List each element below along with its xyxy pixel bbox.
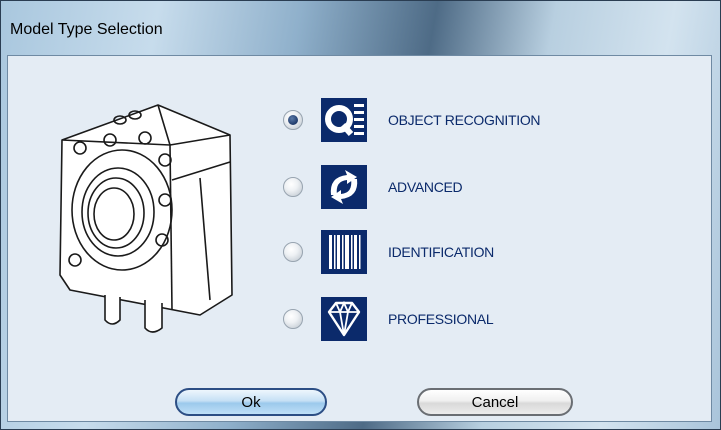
radio-advanced[interactable] — [283, 177, 303, 197]
barcode-icon — [321, 230, 367, 274]
camera-illustration — [59, 104, 233, 333]
option-label: OBJECT RECOGNITION — [388, 112, 541, 128]
radio-professional[interactable] — [283, 309, 303, 329]
ok-button[interactable]: Ok — [175, 388, 327, 416]
option-label: ADVANCED — [388, 179, 463, 195]
advanced-arrows-icon — [321, 165, 367, 209]
window-title: Model Type Selection — [10, 21, 163, 38]
diamond-icon — [321, 297, 367, 341]
radio-object-recognition[interactable] — [283, 110, 303, 130]
cancel-button[interactable]: Cancel — [417, 388, 573, 416]
option-label: IDENTIFICATION — [388, 244, 494, 260]
option-label: PROFESSIONAL — [388, 311, 494, 327]
q-recognition-icon — [321, 98, 367, 142]
radio-identification[interactable] — [283, 242, 303, 262]
option-advanced[interactable]: ADVANCED — [273, 165, 633, 209]
option-professional[interactable]: PROFESSIONAL — [273, 297, 633, 341]
option-object-recognition[interactable]: OBJECT RECOGNITION — [273, 98, 633, 142]
option-identification[interactable]: IDENTIFICATION — [273, 230, 633, 274]
